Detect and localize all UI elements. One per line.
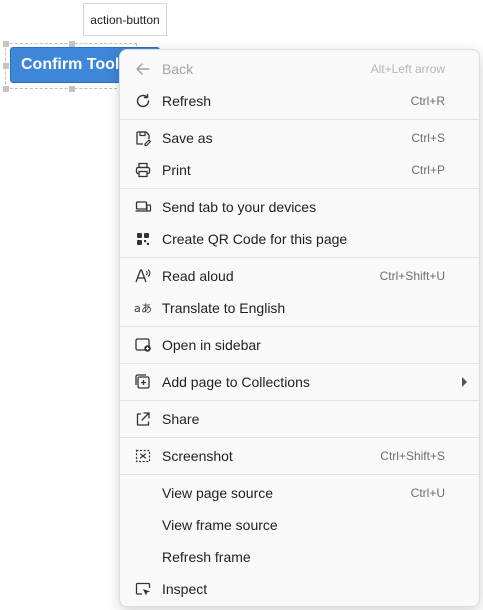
- selection-handle-bottom-middle[interactable]: [69, 86, 75, 92]
- menu-item-label: Open in sidebar: [162, 337, 261, 353]
- chevron-right-icon: [462, 377, 467, 387]
- screenshot-icon: [134, 447, 152, 465]
- menu-item-label: Refresh: [162, 93, 212, 109]
- menu-separator: [120, 437, 479, 438]
- selection-handle-top-left[interactable]: [3, 41, 9, 47]
- menu-item-translate[interactable]: aあ Translate to English: [120, 292, 479, 324]
- menu-item-label: Send tab to your devices: [162, 199, 317, 215]
- menu-separator: [120, 119, 479, 120]
- menu-separator: [120, 474, 479, 475]
- menu-item-shortcut: Alt+Left arrow: [370, 62, 445, 76]
- blank-icon: [134, 484, 152, 502]
- menu-item-save-as[interactable]: Save as Ctrl+S: [120, 122, 479, 154]
- menu-separator: [120, 257, 479, 258]
- menu-item-shortcut: Ctrl+Shift+S: [380, 449, 445, 463]
- selection-handle-middle-left[interactable]: [3, 63, 9, 69]
- menu-item-label: Screenshot: [162, 448, 233, 464]
- blank-icon: [134, 548, 152, 566]
- menu-item-label: Add page to Collections: [162, 374, 310, 390]
- menu-item-view-frame-source[interactable]: View frame source: [120, 509, 479, 541]
- refresh-icon: [134, 92, 152, 110]
- svg-text:a: a: [134, 302, 141, 315]
- menu-item-print[interactable]: Print Ctrl+P: [120, 154, 479, 186]
- element-tag-label: action-button: [83, 3, 167, 36]
- svg-text:あ: あ: [141, 302, 152, 315]
- menu-item-refresh-frame[interactable]: Refresh frame: [120, 541, 479, 573]
- menu-item-shortcut: Ctrl+P: [411, 163, 445, 177]
- menu-separator: [120, 363, 479, 364]
- translate-icon: aあ: [134, 299, 152, 317]
- menu-item-label: Share: [162, 411, 200, 427]
- menu-item-label: Translate to English: [162, 300, 286, 316]
- menu-item-label: Read aloud: [162, 268, 234, 284]
- sidebar-icon: [134, 336, 152, 354]
- menu-separator: [120, 188, 479, 189]
- menu-item-qr-code[interactable]: Create QR Code for this page: [120, 223, 479, 255]
- menu-item-label: View page source: [162, 485, 274, 501]
- menu-item-send-tab[interactable]: Send tab to your devices: [120, 191, 479, 223]
- menu-item-label: Save as: [162, 130, 213, 146]
- menu-item-shortcut: Ctrl+R: [410, 94, 445, 108]
- menu-item-shortcut: Ctrl+U: [410, 486, 445, 500]
- blank-icon: [134, 516, 152, 534]
- menu-item-refresh[interactable]: Refresh Ctrl+R: [120, 85, 479, 117]
- menu-item-label: Refresh frame: [162, 549, 251, 565]
- inspect-icon: [134, 580, 152, 598]
- menu-item-shortcut: Ctrl+S: [411, 131, 445, 145]
- save-as-icon: [134, 129, 152, 147]
- menu-item-screenshot[interactable]: Screenshot Ctrl+Shift+S: [120, 440, 479, 472]
- collections-icon: [134, 373, 152, 391]
- selection-handle-bottom-left[interactable]: [3, 86, 9, 92]
- qr-code-icon: [134, 230, 152, 248]
- menu-item-label: View frame source: [162, 517, 278, 533]
- menu-item-label: Print: [162, 162, 191, 178]
- menu-item-share[interactable]: Share: [120, 403, 479, 435]
- context-menu: Back Alt+Left arrow Refresh Ctrl+R Save …: [119, 49, 480, 607]
- menu-item-label: Back: [162, 61, 194, 77]
- devices-icon: [134, 198, 152, 216]
- menu-item-collections[interactable]: Add page to Collections: [120, 366, 479, 398]
- menu-item-shortcut: Ctrl+Shift+U: [379, 269, 445, 283]
- page-canvas: action-button Confirm Tools Back Alt+Lef…: [0, 0, 483, 610]
- arrow-left-icon: [134, 60, 152, 78]
- menu-item-view-source[interactable]: View page source Ctrl+U: [120, 477, 479, 509]
- menu-item-read-aloud[interactable]: Read aloud Ctrl+Shift+U: [120, 260, 479, 292]
- read-aloud-icon: [134, 267, 152, 285]
- menu-item-inspect[interactable]: Inspect: [120, 573, 479, 605]
- share-icon: [134, 410, 152, 428]
- menu-item-back[interactable]: Back Alt+Left arrow: [120, 53, 479, 85]
- menu-separator: [120, 400, 479, 401]
- menu-separator: [120, 326, 479, 327]
- menu-item-open-sidebar[interactable]: Open in sidebar: [120, 329, 479, 361]
- menu-item-label: Create QR Code for this page: [162, 231, 348, 247]
- printer-icon: [134, 161, 152, 179]
- menu-item-label: Inspect: [162, 581, 208, 597]
